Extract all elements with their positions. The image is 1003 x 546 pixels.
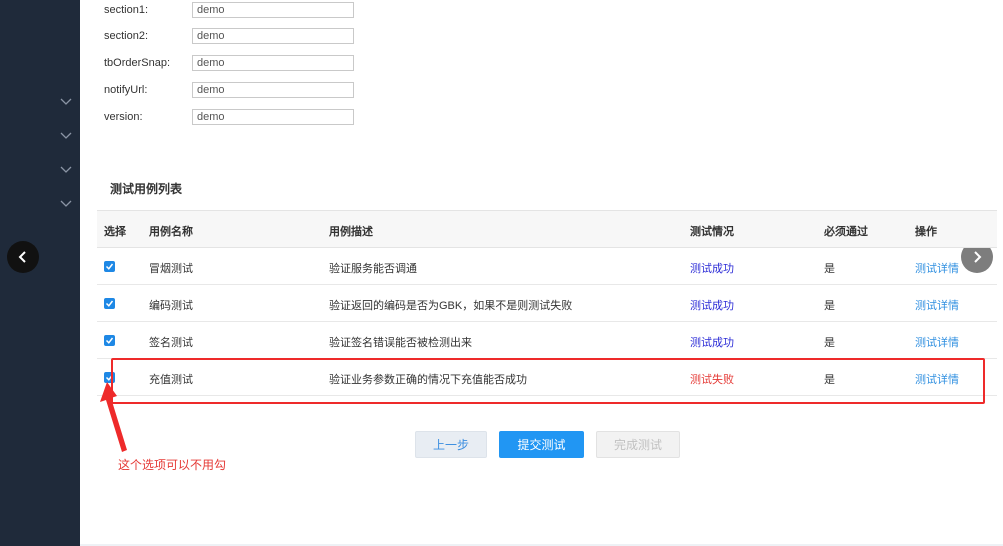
form-row-tbordersnap: tbOrderSnap: bbox=[104, 54, 354, 72]
test-detail-link[interactable]: 测试详情 bbox=[915, 297, 959, 313]
case-status: 测试成功 bbox=[690, 300, 734, 312]
form-row-version: version: bbox=[104, 108, 354, 126]
case-desc: 验证服务能否调通 bbox=[329, 263, 417, 275]
table-row: 冒烟测试 验证服务能否调通 测试成功 是 测试详情 bbox=[97, 248, 997, 285]
header-required: 必须通过 bbox=[824, 226, 868, 238]
case-required: 是 bbox=[824, 263, 835, 275]
case-status: 测试成功 bbox=[690, 263, 734, 275]
field-label: section2: bbox=[104, 30, 149, 42]
header-select: 选择 bbox=[104, 226, 126, 238]
case-name: 签名测试 bbox=[149, 337, 193, 349]
field-label: tbOrderSnap: bbox=[104, 57, 171, 69]
field-label: notifyUrl: bbox=[104, 84, 148, 96]
header-desc: 用例描述 bbox=[329, 226, 373, 238]
field-label: section1: bbox=[104, 4, 149, 16]
prev-step-button[interactable]: 上一步 bbox=[415, 431, 487, 458]
submit-test-button[interactable]: 提交测试 bbox=[499, 431, 584, 458]
case-status: 测试成功 bbox=[690, 337, 734, 349]
notifyurl-input[interactable] bbox=[192, 82, 354, 98]
case-required: 是 bbox=[824, 337, 835, 349]
annotation-note: 这个选项可以不用勾 bbox=[118, 458, 227, 472]
row-checkbox[interactable] bbox=[104, 298, 115, 309]
case-desc: 验证返回的编码是否为GBK，如果不是则测试失败 bbox=[329, 300, 573, 312]
case-name: 冒烟测试 bbox=[149, 263, 193, 275]
finish-test-button[interactable]: 完成测试 bbox=[596, 431, 680, 458]
annotation-highlight-box bbox=[111, 358, 985, 404]
table-header: 选择 用例名称 用例描述 测试情况 必须通过 操作 bbox=[97, 210, 997, 248]
form-row-section1: section1: bbox=[104, 1, 354, 19]
section2-input[interactable] bbox=[192, 28, 354, 44]
chevron-down-icon[interactable] bbox=[60, 129, 72, 141]
form-row-notifyurl: notifyUrl: bbox=[104, 81, 354, 99]
chevron-down-icon[interactable] bbox=[60, 163, 72, 175]
tbordersnap-input[interactable] bbox=[192, 55, 354, 71]
row-checkbox[interactable] bbox=[104, 335, 115, 346]
checkmark-icon bbox=[105, 263, 114, 270]
section1-input[interactable] bbox=[192, 2, 354, 18]
test-detail-link[interactable]: 测试详情 bbox=[915, 334, 959, 350]
checkmark-icon bbox=[105, 337, 114, 344]
table-row: 签名测试 验证签名错误能否被检测出来 测试成功 是 测试详情 bbox=[97, 322, 997, 359]
header-action: 操作 bbox=[915, 226, 937, 238]
checkmark-icon bbox=[105, 300, 114, 307]
header-status: 测试情况 bbox=[690, 226, 734, 238]
annotation-arrow bbox=[100, 382, 127, 452]
form-row-section2: section2: bbox=[104, 27, 354, 45]
case-required: 是 bbox=[824, 300, 835, 312]
case-desc: 验证签名错误能否被检测出来 bbox=[329, 337, 472, 349]
chevron-left-icon bbox=[18, 251, 26, 263]
field-label: version: bbox=[104, 111, 143, 123]
sidebar bbox=[0, 0, 80, 546]
chevron-down-icon[interactable] bbox=[60, 197, 72, 209]
table-row: 编码测试 验证返回的编码是否为GBK，如果不是则测试失败 测试成功 是 测试详情 bbox=[97, 285, 997, 322]
chevron-down-icon[interactable] bbox=[60, 95, 72, 107]
header-name: 用例名称 bbox=[149, 226, 193, 238]
version-input[interactable] bbox=[192, 109, 354, 125]
test-detail-link[interactable]: 测试详情 bbox=[915, 260, 959, 276]
row-checkbox[interactable] bbox=[104, 261, 115, 272]
prev-slide-button[interactable] bbox=[7, 241, 39, 273]
case-name: 编码测试 bbox=[149, 300, 193, 312]
section-title: 测试用例列表 bbox=[110, 182, 183, 196]
